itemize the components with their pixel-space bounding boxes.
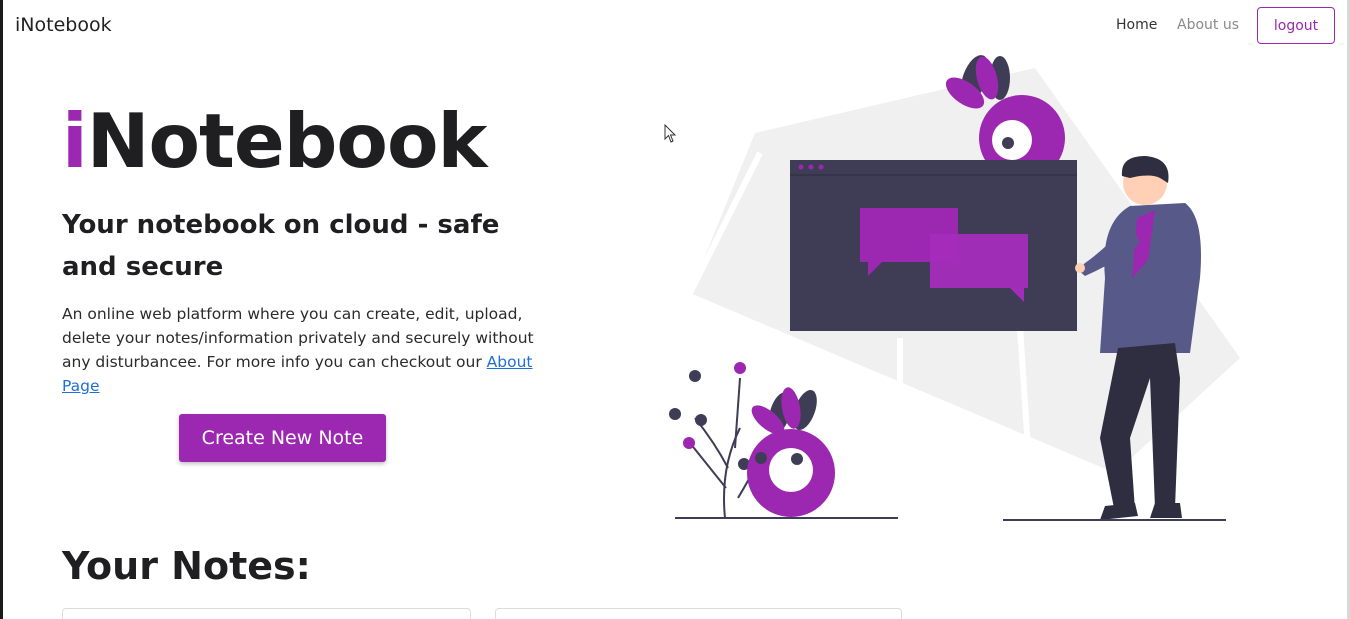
hero-title-rest: Notebook	[86, 97, 488, 185]
logout-button[interactable]: logout	[1257, 7, 1335, 44]
create-new-note-button[interactable]: Create New Note	[179, 414, 386, 462]
note-card[interactable]	[62, 608, 471, 619]
hero-description: An online web platform where you can cre…	[62, 302, 562, 398]
screen-with-chat-bubbles	[790, 160, 1077, 331]
mouse-cursor-icon	[664, 124, 677, 143]
hero-title-accent: i	[62, 97, 88, 185]
nav-link-home[interactable]: Home	[1116, 17, 1157, 33]
navbar-brand[interactable]: iNotebook	[15, 14, 112, 36]
hero-title: iNotebook	[62, 104, 487, 179]
hero-subtitle: Your notebook on cloud - safe and secure	[62, 210, 500, 282]
navbar: iNotebook Home About us logout	[3, 0, 1347, 52]
hero-illustration	[669, 55, 1240, 521]
note-card[interactable]	[495, 608, 902, 619]
notes-heading: Your Notes:	[62, 544, 311, 588]
bottom-plant-decoration	[669, 362, 835, 519]
hero-description-text: An online web platform where you can cre…	[62, 305, 534, 371]
nav-link-about-us[interactable]: About us	[1177, 17, 1239, 33]
window-left-border	[0, 0, 3, 619]
